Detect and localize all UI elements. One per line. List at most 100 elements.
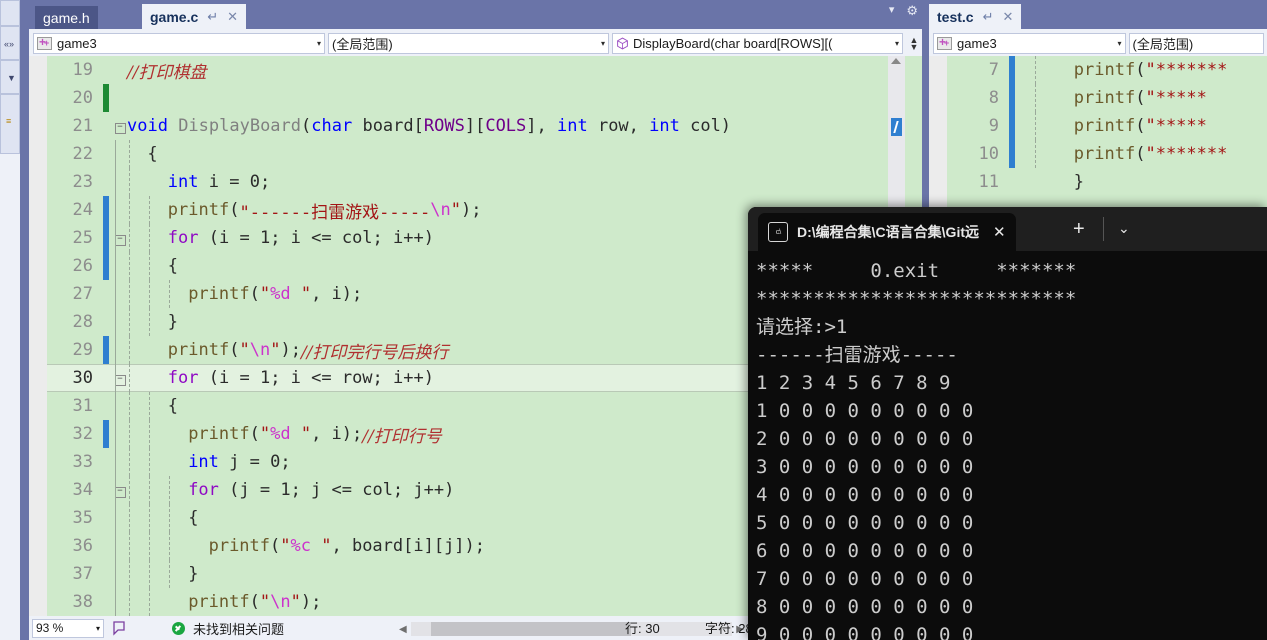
terminal-titlebar[interactable]: c:\ D:\编程合集\C语言合集\Git远 ✕ + ⌄ <box>748 207 1267 251</box>
chevron-down-icon: ▼ <box>7 73 16 83</box>
scope-name: (全局范围) <box>332 37 393 52</box>
fold-bracket <box>115 252 116 280</box>
tab-game-h[interactable]: game.h <box>35 6 98 29</box>
code-line[interactable]: 21 − void DisplayBoard(char board[ROWS][CO… <box>47 112 888 140</box>
tab-game-c[interactable]: game.c ↵ ✕ <box>142 4 247 29</box>
member-selector[interactable]: DisplayBoard(char board[ROWS][( ▾ <box>612 33 903 54</box>
navigation-bar-left: game3 ▾ (全局范围) ▾ DisplayBoard(char board… <box>29 29 922 56</box>
line-number: 31 <box>72 396 93 416</box>
code-line[interactable]: 8 printf("***** <box>947 84 1267 112</box>
new-tab-icon[interactable]: + <box>1073 219 1085 239</box>
code-token: \n <box>249 340 271 360</box>
line-content: printf("******* <box>1033 56 1267 84</box>
tab-test-c[interactable]: test.c ↵ ✕ <box>929 4 1022 29</box>
zoom-selector[interactable]: 93 % ▾ <box>32 618 104 638</box>
code-token: ; i <= row; i++) <box>270 368 434 388</box>
code-line[interactable]: 23 int i = 0; <box>47 168 888 196</box>
gear-icon[interactable]: ⚙ <box>906 4 918 17</box>
indent-guide <box>149 308 151 336</box>
code-line[interactable]: 22 { <box>47 140 888 168</box>
status-ok-icon <box>172 621 185 635</box>
zoom-value: 93 % <box>36 621 64 635</box>
terminal-line: 6 0 0 0 0 0 0 0 0 0 <box>756 540 974 562</box>
scroll-thumb[interactable] <box>430 622 631 636</box>
change-indicator <box>103 420 109 448</box>
line-content: int i = 0; <box>115 168 888 196</box>
code-line[interactable]: 7 printf("******* <box>947 56 1267 84</box>
list-icon: ≡ <box>6 116 12 126</box>
chevron-down-icon[interactable]: ▾ <box>889 5 895 16</box>
code-token: printf <box>188 284 250 304</box>
code-token: char <box>311 116 353 136</box>
issue-status-text: 未找到相关问题 <box>193 621 285 637</box>
fold-bracket <box>115 392 116 420</box>
line-number: 28 <box>72 312 93 332</box>
scroll-track[interactable] <box>410 622 733 636</box>
code-token: "***** <box>1145 88 1207 108</box>
chevron-down-icon[interactable]: ⌄ <box>1118 220 1130 237</box>
code-token: 0 <box>270 452 281 472</box>
vertical-splitter[interactable] <box>20 0 29 640</box>
code-token: printf <box>188 592 250 612</box>
code-token: \n <box>430 200 451 220</box>
code-line[interactable]: 10 printf("******* <box>947 140 1267 168</box>
line-number: 20 <box>72 88 93 108</box>
project-selector-right[interactable]: game3 ▾ <box>933 33 1126 54</box>
code-token: ); <box>461 200 482 220</box>
pin-icon[interactable]: ↵ <box>207 9 218 25</box>
code-line[interactable]: 19 //打印棋盘 <box>47 56 888 84</box>
editor-horizontal-scrollbar[interactable]: ◀ ▶ <box>399 620 744 638</box>
chevron-down-icon: ▾ <box>600 39 605 48</box>
code-token: row, <box>587 116 650 136</box>
indent-guide <box>129 140 131 168</box>
line-content: //打印棋盘 <box>127 56 888 84</box>
terminal-tab[interactable]: c:\ D:\编程合集\C语言合集\Git远 ✕ <box>758 213 1016 251</box>
code-line[interactable]: 11} <box>947 168 1267 196</box>
indent-guide <box>129 168 131 196</box>
indent-guide <box>129 336 131 364</box>
scroll-left-arrow[interactable]: ◀ <box>399 624 407 635</box>
fold-toggle[interactable]: − <box>113 119 127 134</box>
code-token: ( <box>249 424 260 444</box>
code-line[interactable]: 9 printf("***** <box>947 112 1267 140</box>
close-icon[interactable]: ✕ <box>993 223 1006 241</box>
change-indicator <box>103 560 109 588</box>
project-selector[interactable]: game3 ▾ <box>33 33 325 54</box>
line-number: 7 <box>988 60 999 80</box>
code-token: 1 <box>259 228 271 248</box>
code-token: { <box>147 144 158 164</box>
change-indicator <box>1009 56 1015 84</box>
split-editor-button[interactable]: ▲ ▼ <box>906 35 922 51</box>
pin-icon[interactable]: ↵ <box>983 9 994 25</box>
left-dock-list[interactable]: ≡ <box>0 94 20 154</box>
line-number: 24 <box>72 200 93 220</box>
scroll-up-arrow[interactable] <box>891 58 901 64</box>
code-line[interactable]: 20 <box>47 84 888 112</box>
scope-selector[interactable]: (全局范围) ▾ <box>328 33 609 54</box>
terminal-window[interactable]: c:\ D:\编程合集\C语言合集\Git远 ✕ + ⌄ ***** 0.exi… <box>748 207 1267 640</box>
scope-name: (全局范围) <box>1132 37 1194 52</box>
close-icon[interactable]: ✕ <box>1002 9 1013 25</box>
indent-guide <box>149 476 151 504</box>
close-icon[interactable]: ✕ <box>227 9 238 25</box>
left-dock-toolbar[interactable]: «» <box>0 26 20 60</box>
line-number: 26 <box>72 256 93 276</box>
change-indicator <box>103 336 109 364</box>
left-dock-dropdown[interactable]: ▼ <box>0 60 20 94</box>
terminal-line: 9 0 0 0 0 0 0 0 0 0 <box>756 624 974 640</box>
feedback-icon[interactable] <box>110 619 128 637</box>
indent-guide <box>169 560 171 588</box>
change-indicator <box>1009 112 1015 140</box>
line-number: 25 <box>72 228 93 248</box>
terminal-output: ***** 0.exit ******* ********************… <box>748 251 1267 640</box>
indent-guide <box>149 448 151 476</box>
indent-guide <box>129 364 131 392</box>
change-indicator <box>103 504 109 532</box>
line-number: 38 <box>72 592 93 612</box>
scope-selector-right[interactable]: (全局范围) <box>1128 33 1264 54</box>
line-content: } <box>1033 168 1267 196</box>
code-token: i = <box>198 172 250 192</box>
code-token: (j = <box>218 480 281 500</box>
code-token: j = <box>218 452 271 472</box>
line-number: 35 <box>72 508 93 528</box>
